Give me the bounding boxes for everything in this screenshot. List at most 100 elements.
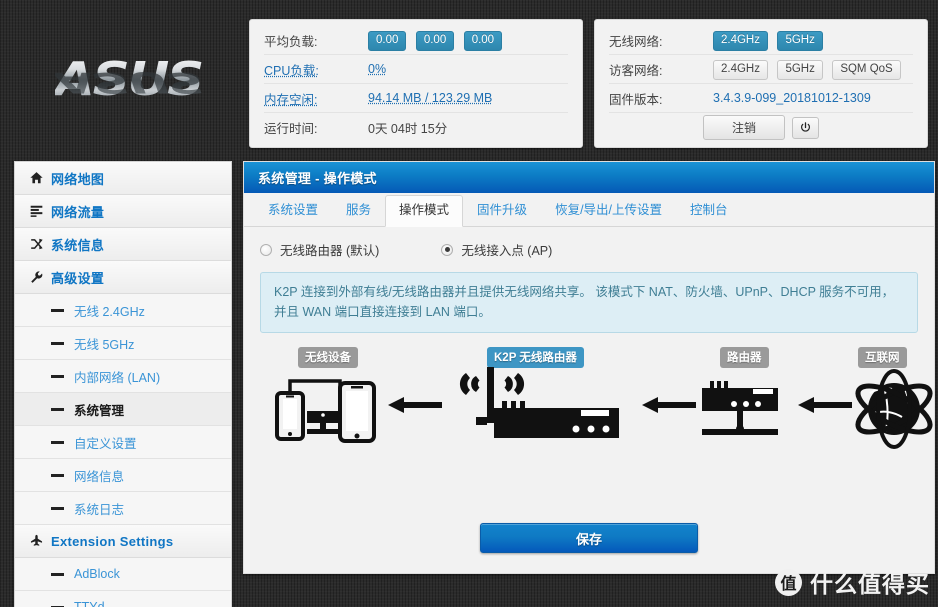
status-row-memory-free: 内存空闲: 94.14 MB / 123.29 MB	[264, 84, 568, 113]
page-title: 系统管理 - 操作模式	[258, 171, 377, 186]
sidebar-item-system-log[interactable]: 系统日志	[15, 492, 231, 525]
sidebar-item-label: 无线 2.4GHz	[74, 304, 145, 319]
guest-network-label: 访客网络:	[609, 63, 663, 78]
dash-icon	[51, 407, 64, 411]
guest-5ghz-toggle[interactable]: 5GHz	[777, 59, 823, 80]
sidebar-item-label: 系统日志	[74, 502, 125, 517]
load-pill-2[interactable]: 0.00	[415, 30, 455, 51]
reboot-power-button[interactable]	[792, 116, 819, 139]
load-average-label: 平均负载:	[264, 34, 318, 49]
sidebar-item-custom-settings[interactable]: 自定义设置	[15, 426, 231, 459]
load-pill-3[interactable]: 0.00	[463, 30, 503, 51]
sidebar-item-wireless-5ghz[interactable]: 无线 5GHz	[15, 327, 231, 360]
diagram-label-router: 路由器	[720, 347, 769, 368]
power-icon	[801, 122, 810, 132]
radio-wireless-router[interactable]: 无线路由器 (默认)	[260, 240, 379, 259]
sidebar-item-label: 内部网络 (LAN)	[74, 370, 161, 385]
sidebar-item-network-traffic[interactable]: 网络流量	[15, 195, 231, 228]
dash-icon	[51, 473, 64, 477]
tab-console[interactable]: 控制台	[676, 195, 742, 227]
status-row-cpu-load: CPU负载: 0%	[264, 55, 568, 84]
guest-24ghz-toggle[interactable]: 2.4GHz	[713, 59, 768, 80]
wrench-icon	[29, 270, 51, 284]
tab-operation-mode[interactable]: 操作模式	[385, 195, 464, 227]
network-topology-diagram: 无线设备 K2P 无线路由器 路由器 互联网	[256, 347, 933, 459]
logout-button[interactable]: 注销	[702, 115, 785, 140]
sidebar-item-label: Extension Settings	[51, 533, 174, 549]
sidebar-item-network-map[interactable]: 网络地图	[15, 162, 231, 195]
upstream-router-icon	[702, 381, 778, 435]
home-icon	[29, 171, 51, 185]
dash-icon	[51, 374, 64, 378]
arrow-left-icon-3	[798, 397, 852, 413]
sidebar-item-advanced-settings[interactable]: 高级设置	[15, 261, 231, 294]
asus-logo-reflection: ASUS	[55, 65, 202, 99]
tab-services[interactable]: 服务	[332, 195, 385, 227]
system-status-panel: 平均负载: 0.00 0.00 0.00 CPU负载: 0% 内存空闲: 94.…	[249, 19, 583, 148]
save-button[interactable]: 保存	[480, 523, 698, 553]
status-row-uptime: 运行时间: 0天 04时 15分	[264, 113, 568, 142]
brand-logo-area: ASUS ASUS	[0, 0, 240, 155]
watermark-text: 什么值得买	[810, 572, 930, 598]
uptime-label: 运行时间:	[264, 122, 318, 136]
uptime-value: 0天 04时 15分	[368, 122, 448, 136]
cpu-load-value[interactable]: 0%	[368, 62, 386, 76]
firmware-version-value[interactable]: 3.4.3.9-099_20181012-1309	[713, 91, 871, 105]
tab-system-settings[interactable]: 系统设置	[254, 195, 332, 227]
arrow-left-icon-2	[642, 397, 696, 413]
arrow-left-icon-1	[388, 397, 442, 413]
sidebar-item-label: 无线 5GHz	[74, 337, 135, 352]
dash-icon	[51, 506, 64, 510]
guest-network-toggles: 2.4GHz 5GHz SQM QoS	[713, 59, 906, 80]
sidebar-item-extension-settings[interactable]: Extension Settings	[15, 525, 231, 558]
sidebar-item-label: 网络流量	[51, 204, 105, 220]
wireless-network-toggles: 2.4GHz 5GHz	[713, 30, 828, 51]
tab-bar: 系统设置 服务 操作模式 固件升级 恢复/导出/上传设置 控制台	[244, 193, 934, 227]
wireless-devices-icon	[275, 379, 376, 443]
internet-globe-icon	[855, 369, 933, 449]
diagram-label-internet: 互联网	[858, 347, 907, 368]
sidebar-item-network-info[interactable]: 网络信息	[15, 459, 231, 492]
watermark-badge-icon: 值	[775, 568, 802, 596]
status-row-load-average: 平均负载: 0.00 0.00 0.00	[264, 26, 568, 55]
network-status-panel: 无线网络: 2.4GHz 5GHz 访客网络: 2.4GHz 5GHz SQM …	[594, 19, 928, 148]
traffic-icon	[29, 204, 51, 218]
memory-free-label[interactable]: 内存空闲:	[264, 89, 368, 108]
memory-free-value[interactable]: 94.14 MB / 123.29 MB	[368, 91, 492, 105]
sqm-qos-toggle[interactable]: SQM QoS	[832, 59, 901, 80]
diagram-label-k2p-router: K2P 无线路由器	[487, 347, 584, 368]
site-watermark: 值 什么值得买	[775, 565, 930, 599]
sidebar-item-label: TTYd	[74, 600, 105, 607]
radio-indicator[interactable]	[260, 243, 272, 256]
radio-access-point[interactable]: 无线接入点 (AP)	[441, 240, 552, 259]
sidebar-item-label: 系统信息	[51, 237, 105, 253]
wireless-network-label: 无线网络:	[609, 34, 663, 49]
radio-indicator[interactable]	[441, 243, 454, 256]
mode-description: K2P 连接到外部有线/无线路由器并且提供无线网络共享。 该模式下 NAT、防火…	[260, 272, 918, 333]
sidebar-item-ttyd[interactable]: TTYd	[15, 591, 231, 607]
k2p-router-icon	[459, 367, 619, 438]
sidebar-item-label: 高级设置	[51, 270, 105, 286]
sidebar-navigation: 网络地图 网络流量 系统信息 高级设置 无线 2.4GHz 无线 5GHz 内部…	[14, 161, 232, 607]
sidebar-item-system-administration[interactable]: 系统管理	[15, 393, 231, 426]
sidebar-item-lan[interactable]: 内部网络 (LAN)	[15, 360, 231, 393]
dash-icon	[51, 440, 64, 444]
wireless-24ghz-toggle[interactable]: 2.4GHz	[713, 30, 768, 51]
sidebar-item-label: AdBlock	[74, 567, 120, 581]
shuffle-icon	[29, 237, 51, 251]
cpu-load-label[interactable]: CPU负载:	[264, 60, 368, 79]
tab-restore-export[interactable]: 恢复/导出/上传设置	[541, 195, 676, 227]
sidebar-item-system-info[interactable]: 系统信息	[15, 228, 231, 261]
session-actions: 注销	[609, 113, 913, 142]
firmware-version-label: 固件版本:	[609, 92, 663, 107]
tab-firmware-upgrade[interactable]: 固件升级	[463, 195, 541, 227]
load-average-values: 0.00 0.00 0.00	[368, 30, 507, 51]
sidebar-item-wireless-24ghz[interactable]: 无线 2.4GHz	[15, 294, 231, 327]
wireless-5ghz-toggle[interactable]: 5GHz	[777, 30, 823, 51]
sidebar-item-label: 网络信息	[74, 469, 125, 484]
form-actions: 保存	[244, 523, 934, 553]
main-content-panel: 系统管理 - 操作模式 系统设置 服务 操作模式 固件升级 恢复/导出/上传设置…	[243, 161, 935, 574]
sidebar-item-label: 网络地图	[51, 171, 105, 187]
sidebar-item-adblock[interactable]: AdBlock	[15, 558, 231, 591]
load-pill-1[interactable]: 0.00	[368, 30, 407, 51]
